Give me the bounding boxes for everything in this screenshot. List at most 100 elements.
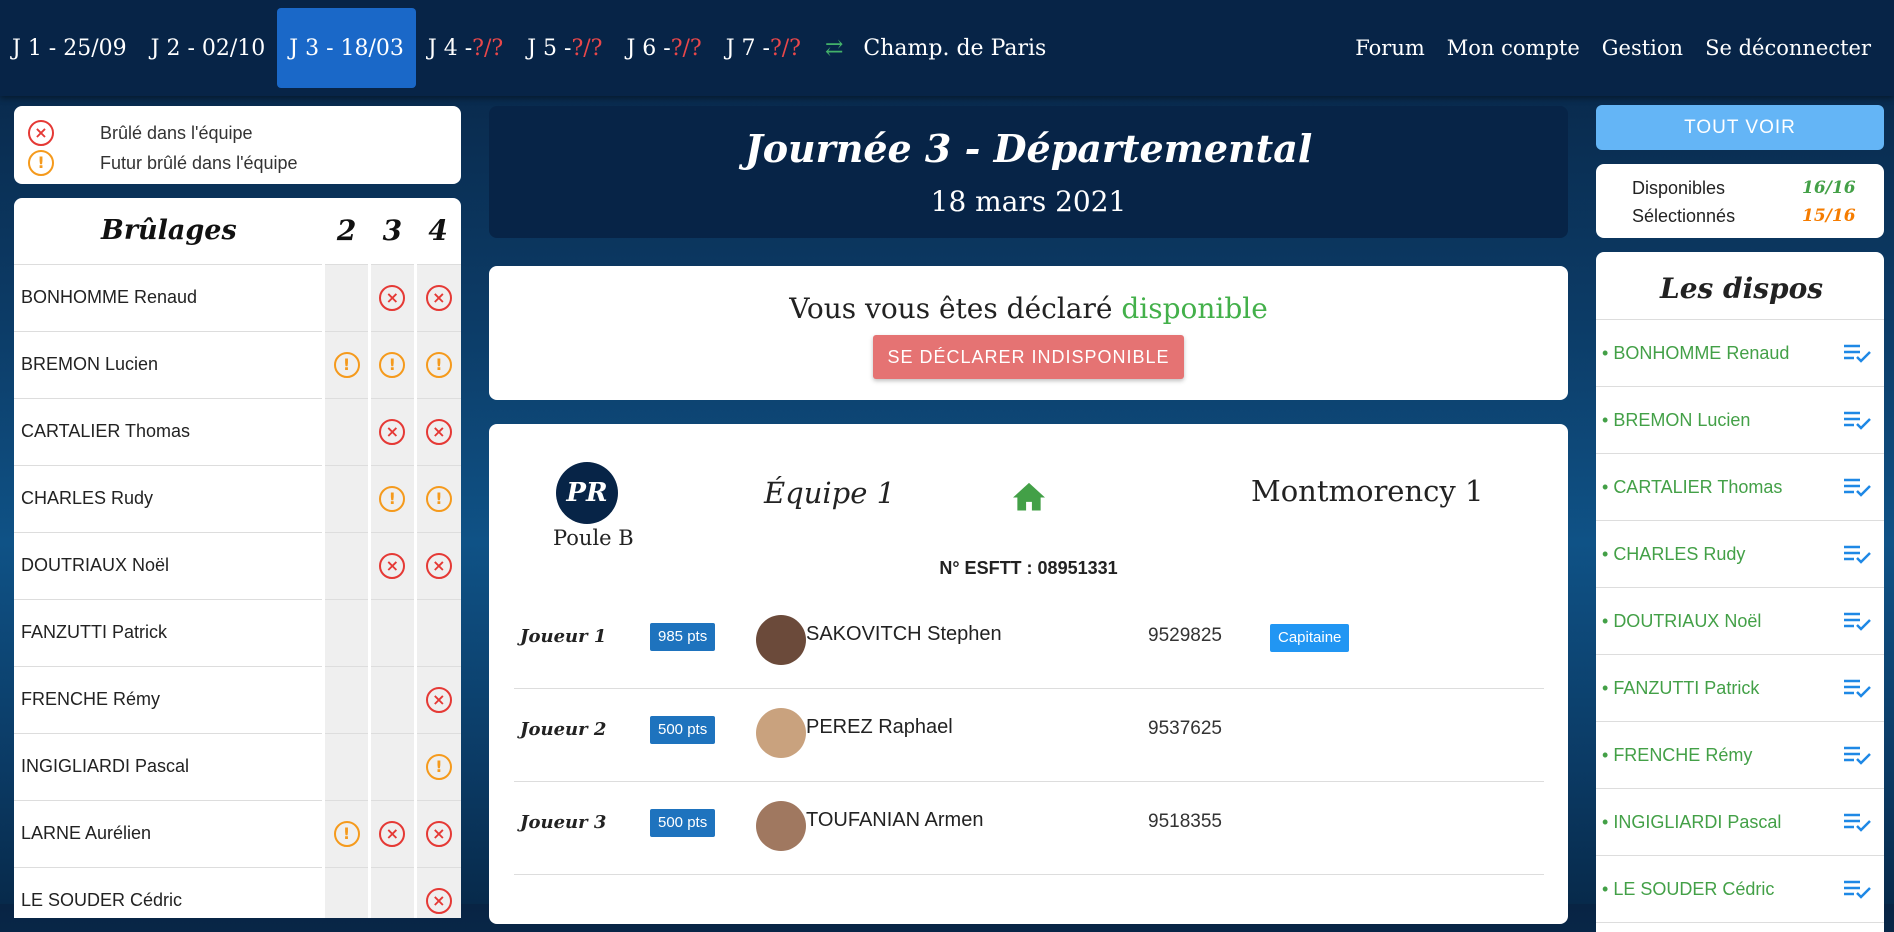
player-slot: Joueur 3 xyxy=(520,812,607,833)
table-row: FRENCHE Rémy × xyxy=(14,666,461,734)
dispos-panel: Les dispos • BONHOMME Renaud • BREMON Luc… xyxy=(1596,252,1884,932)
tab-label: J 4 - xyxy=(427,35,473,61)
points-badge: 500 pts xyxy=(650,716,716,744)
tab-day-5[interactable]: J 5 - ?/? xyxy=(515,8,614,88)
dispos-title: Les dispos xyxy=(1596,252,1884,320)
player-slot: Joueur 2 xyxy=(520,719,607,740)
burn-cell xyxy=(322,465,370,533)
burn-cell: × xyxy=(413,264,461,332)
team-name: Équipe 1 xyxy=(764,476,896,510)
list-item: • INGIGLIARDI Pascal xyxy=(1596,789,1884,856)
burn-cell: × xyxy=(413,532,461,600)
burned-icon: × xyxy=(425,820,452,847)
player-row: Joueur 2 500 pts PEREZ Raphael 9537625 xyxy=(514,689,1544,782)
management-link[interactable]: Gestion xyxy=(1591,8,1694,88)
tab-label: J 2 - 02/10 xyxy=(150,35,266,61)
stat-value: 15/16 xyxy=(1802,206,1856,226)
select-player-icon[interactable] xyxy=(1842,475,1872,499)
opponent-name: Montmorency 1 xyxy=(1251,474,1484,508)
burn-cell xyxy=(413,599,461,667)
stat-value: 16/16 xyxy=(1802,178,1856,198)
esftt-number: N° ESFTT : 08951331 xyxy=(939,558,1118,578)
warning-icon: ! xyxy=(333,351,360,378)
table-row: CARTALIER Thomas × × xyxy=(14,398,461,466)
burn-cell: ! xyxy=(413,331,461,399)
dispo-name: DOUTRIAUX Noël xyxy=(1613,610,1762,631)
logout-link[interactable]: Se déconnecter xyxy=(1694,8,1882,88)
see-all-button[interactable]: TOUT VOIR xyxy=(1596,105,1884,150)
tab-label: J 5 - xyxy=(527,35,572,61)
tab-label: J 1 - 25/09 xyxy=(12,35,127,61)
table-row: DOUTRIAUX Noël × × xyxy=(14,532,461,600)
list-item: • FANZUTTI Patrick xyxy=(1596,655,1884,722)
burned-icon: × xyxy=(425,686,452,713)
burn-cell xyxy=(322,264,370,332)
burned-icon: × xyxy=(425,418,452,445)
player-row: Joueur 1 985 pts SAKOVITCH Stephen 9529825 C… xyxy=(514,596,1544,689)
select-player-icon[interactable] xyxy=(1842,341,1872,365)
avatar xyxy=(756,615,806,665)
dispo-bullet: • xyxy=(1602,677,1614,698)
forum-link[interactable]: Forum xyxy=(1344,8,1436,88)
warning-icon: ! xyxy=(425,753,452,780)
dispo-name: INGIGLIARDI Pascal xyxy=(1613,811,1782,832)
table-row: BONHOMME Renaud × × xyxy=(14,264,461,332)
warning-icon: ! xyxy=(379,485,406,512)
brulages-title: Brûlages xyxy=(14,198,324,265)
dispo-name: FRENCHE Rémy xyxy=(1613,744,1753,765)
tab-score: ?/? xyxy=(571,35,603,61)
player-slot: Joueur 1 xyxy=(520,626,607,647)
burn-cell: ! xyxy=(413,733,461,801)
dispo-bullet: • xyxy=(1602,342,1614,363)
player-name: CARTALIER Thomas xyxy=(14,398,324,466)
col-header: 2 xyxy=(323,198,370,265)
tab-day-7[interactable]: J 7 - ?/? xyxy=(714,8,813,88)
tab-day-2[interactable]: J 2 - 02/10 xyxy=(139,8,278,88)
select-player-icon[interactable] xyxy=(1842,676,1872,700)
burn-cell xyxy=(322,599,370,667)
burned-icon: × xyxy=(425,552,452,579)
table-row: FANZUTTI Patrick xyxy=(14,599,461,667)
page-title: Journée 3 - Départemental xyxy=(744,126,1313,171)
select-player-icon[interactable] xyxy=(1842,609,1872,633)
account-link[interactable]: Mon compte xyxy=(1436,8,1591,88)
dispo-bullet: • xyxy=(1602,476,1614,497)
col-header: 4 xyxy=(415,198,461,265)
player-name: FANZUTTI Patrick xyxy=(14,599,324,667)
burn-cell xyxy=(322,733,370,801)
dispo-bullet: • xyxy=(1602,610,1614,631)
stat-label: Disponibles xyxy=(1632,178,1726,198)
burn-cell: × xyxy=(367,398,416,466)
burn-cell xyxy=(367,733,416,801)
stats-panel: Disponibles 16/16 Sélectionnés 15/16 xyxy=(1596,164,1884,238)
dispo-name: BREMON Lucien xyxy=(1613,409,1751,430)
tab-day-3[interactable]: J 3 - 18/03 xyxy=(277,8,416,88)
warning-icon: ! xyxy=(379,351,406,378)
select-player-icon[interactable] xyxy=(1842,877,1872,901)
select-player-icon[interactable] xyxy=(1842,810,1872,834)
availability-prefix: Vous vous êtes déclaré xyxy=(789,292,1113,325)
tab-score: ?/? xyxy=(670,35,702,61)
burn-cell: ! xyxy=(367,465,416,533)
select-player-icon[interactable] xyxy=(1842,542,1872,566)
burn-cell: × xyxy=(413,867,461,918)
player-name: BREMON Lucien xyxy=(14,331,324,399)
select-player-icon[interactable] xyxy=(1842,743,1872,767)
dispo-bullet: • xyxy=(1602,744,1614,765)
tab-day-1[interactable]: J 1 - 25/09 xyxy=(0,8,139,88)
home-icon xyxy=(1013,482,1045,511)
declare-unavailable-button[interactable]: SE DÉCLARER INDISPONIBLE xyxy=(873,335,1184,379)
burn-cell: ! xyxy=(413,465,461,533)
tab-champ-paris[interactable]: ⇄ Champ. de Paris xyxy=(813,8,1058,88)
table-row: LARNE Aurélien! × × xyxy=(14,800,461,868)
player-name: INGIGLIARDI Pascal xyxy=(14,733,324,801)
burned-icon: × xyxy=(379,820,406,847)
points-badge: 985 pts xyxy=(650,623,716,651)
burn-cell: ! xyxy=(322,331,370,399)
tab-label: J 6 - xyxy=(626,35,671,61)
select-player-icon[interactable] xyxy=(1842,408,1872,432)
tab-day-4[interactable]: J 4 - ?/? xyxy=(416,8,515,88)
burned-icon: × xyxy=(425,887,452,914)
tab-day-6[interactable]: J 6 - ?/? xyxy=(614,8,713,88)
burn-cell xyxy=(322,867,370,918)
